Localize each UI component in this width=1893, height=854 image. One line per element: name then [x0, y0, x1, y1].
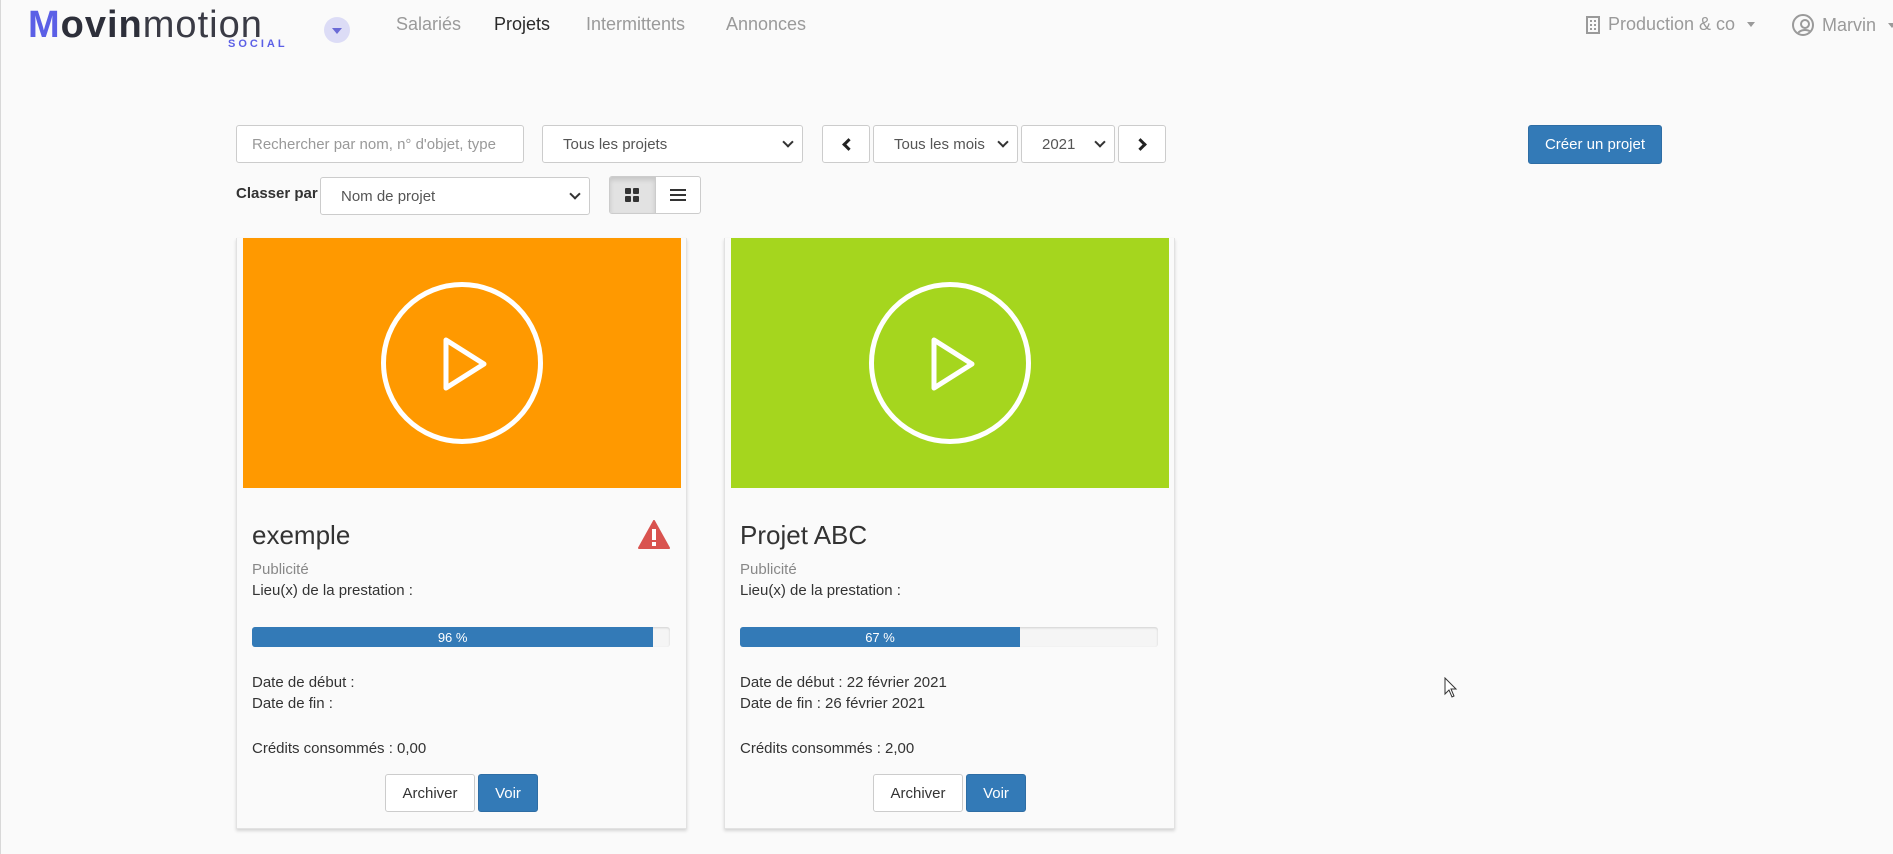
view-button[interactable]: Voir — [966, 774, 1026, 812]
caret-down-icon — [1888, 22, 1893, 28]
sort-select-value: Nom de projet — [341, 187, 436, 205]
building-icon — [1586, 15, 1600, 34]
caret-down-icon — [1747, 22, 1756, 27]
company-menu[interactable]: Production & co — [1586, 14, 1756, 35]
warning-icon — [638, 520, 670, 549]
year-select-value: 2021 — [1042, 135, 1076, 153]
view-toggle — [609, 176, 701, 214]
project-thumbnail[interactable] — [731, 238, 1169, 488]
progress-bar: 96 % — [252, 627, 654, 647]
project-thumbnail[interactable] — [243, 238, 681, 488]
project-type: Publicité — [740, 561, 797, 578]
project-card: exemple Publicité Lieu(x) de la prestati… — [236, 238, 687, 829]
play-icon — [869, 282, 1031, 444]
month-select[interactable]: Tous les mois — [873, 125, 1018, 163]
projects-select[interactable]: Tous les projets — [542, 125, 803, 163]
search-input[interactable]: Rechercher par nom, n° d'objet, type — [236, 125, 524, 163]
nav-intermittents[interactable]: Intermittents — [586, 14, 685, 35]
prev-period-button[interactable] — [822, 125, 870, 163]
chevron-down-icon — [997, 135, 1009, 148]
chevron-down-icon — [569, 187, 581, 200]
project-start-date: Date de début : 22 février 2021 — [740, 674, 947, 691]
month-select-value: Tous les mois — [894, 135, 985, 153]
user-menu[interactable]: Marvin — [1792, 14, 1893, 36]
nav-salaries[interactable]: Salariés — [396, 14, 461, 35]
project-credits: Crédits consommés : 0,00 — [252, 740, 427, 757]
project-type: Publicité — [252, 561, 309, 578]
grid-view-button[interactable] — [610, 177, 656, 213]
progress-bar: 67 % — [740, 627, 1021, 647]
chevron-left-icon — [841, 137, 855, 151]
app-switcher-dropdown[interactable] — [324, 17, 350, 43]
year-select[interactable]: 2021 — [1021, 125, 1115, 163]
grid-view-icon — [625, 188, 640, 202]
list-view-button[interactable] — [656, 177, 701, 213]
view-button[interactable]: Voir — [478, 774, 538, 812]
create-project-button[interactable]: Créer un projet — [1528, 125, 1662, 164]
company-name: Production & co — [1608, 14, 1736, 34]
nav-projets[interactable]: Projets — [494, 14, 550, 35]
project-end-date: Date de fin : 26 février 2021 — [740, 695, 926, 712]
sort-label: Classer par : — [236, 185, 327, 202]
project-title[interactable]: Projet ABC — [740, 520, 867, 551]
movinmotion-logo[interactable]: Movinmotion SOCIAL — [28, 4, 288, 50]
sort-select[interactable]: Nom de projet — [320, 177, 590, 215]
projects-select-value: Tous les projets — [563, 135, 668, 153]
archive-button[interactable]: Archiver — [873, 774, 963, 812]
user-icon — [1792, 14, 1814, 36]
chevron-down-icon — [782, 135, 794, 148]
nav-annonces[interactable]: Annonces — [726, 14, 806, 35]
next-period-button[interactable] — [1118, 125, 1166, 163]
logo-part2: ovin — [60, 4, 143, 46]
project-progress: 67 % — [740, 627, 1158, 647]
project-end-date: Date de fin : — [252, 695, 333, 712]
project-progress: 96 % — [252, 627, 670, 647]
project-place: Lieu(x) de la prestation : — [740, 582, 901, 599]
mouse-cursor-icon — [1444, 677, 1458, 698]
project-card: Projet ABC Publicité Lieu(x) de la prest… — [724, 238, 1175, 829]
project-start-date: Date de début : — [252, 674, 355, 691]
list-view-icon — [669, 189, 686, 201]
play-icon — [381, 282, 543, 444]
top-navbar: Movinmotion SOCIAL Salariés Projets Inte… — [1, 0, 1893, 52]
logo-subtitle: SOCIAL — [228, 38, 288, 50]
logo-part1: M — [28, 4, 61, 46]
project-title[interactable]: exemple — [252, 520, 350, 551]
chevron-down-icon — [1094, 135, 1106, 148]
project-place: Lieu(x) de la prestation : — [252, 582, 413, 599]
chevron-right-icon — [1133, 137, 1147, 151]
project-credits: Crédits consommés : 2,00 — [740, 740, 915, 757]
user-name: Marvin — [1822, 14, 1877, 35]
archive-button[interactable]: Archiver — [385, 774, 475, 812]
